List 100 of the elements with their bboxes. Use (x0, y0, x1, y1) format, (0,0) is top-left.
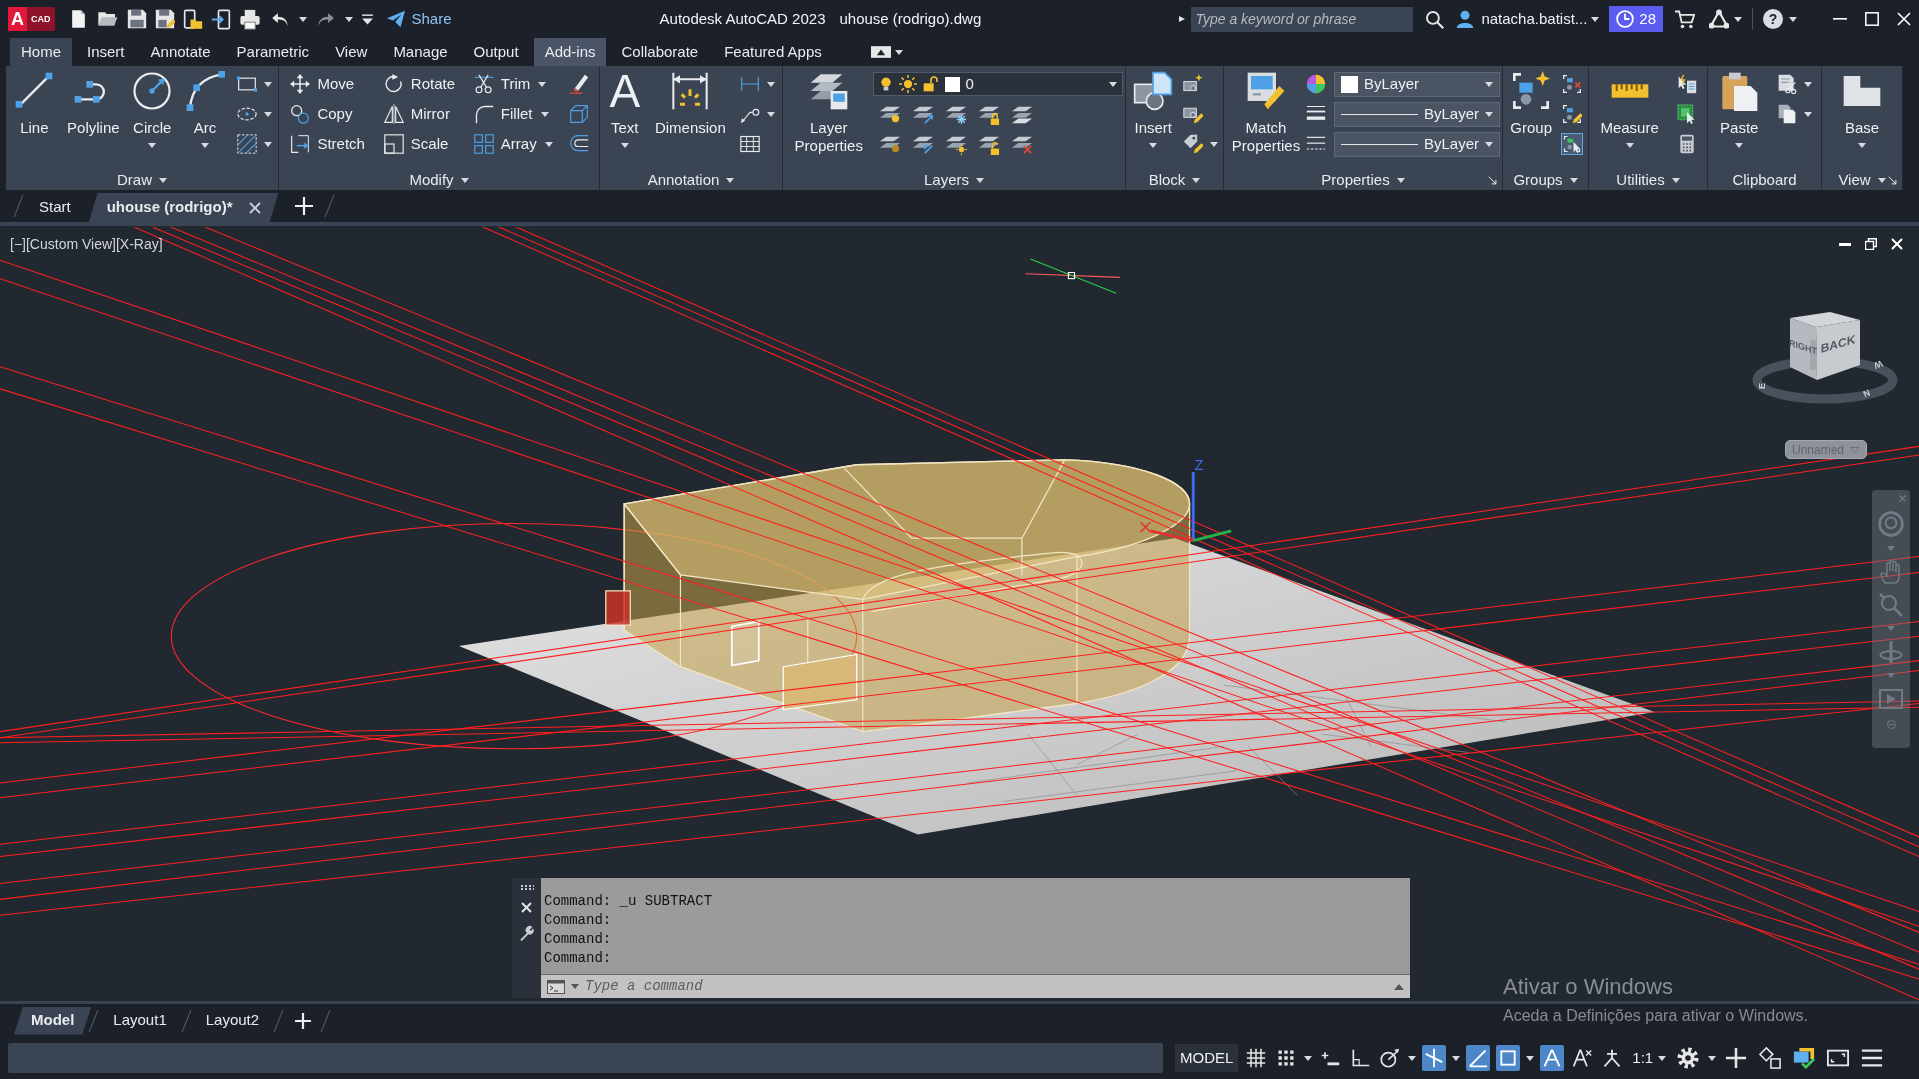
group-cursor-icon[interactable] (1560, 133, 1583, 155)
plus-icon[interactable] (294, 197, 313, 215)
minimize-icon[interactable] (1839, 242, 1851, 246)
insert-button[interactable]: Insert (1131, 69, 1176, 148)
measure-button[interactable]: Measure (1598, 69, 1661, 148)
circle-button[interactable]: Circle (130, 69, 175, 148)
terminal-icon[interactable] (547, 979, 565, 994)
plus-icon[interactable] (1725, 1047, 1748, 1069)
panel-toggle-icon[interactable] (870, 46, 891, 58)
hatch-icon[interactable] (235, 133, 258, 155)
text-button[interactable]: A Text (607, 69, 643, 148)
document-tab[interactable]: Start (21, 193, 89, 222)
panel-title[interactable]: Draw (115, 171, 169, 189)
caret-icon[interactable] (1526, 1055, 1535, 1061)
ribbon-tab[interactable]: Collaborate (610, 38, 710, 66)
caret-icon[interactable] (1789, 16, 1797, 22)
ribbon-tab[interactable]: Annotate (139, 38, 222, 66)
copy-button[interactable]: Copy (288, 102, 355, 126)
trim-button[interactable]: Trim (471, 72, 533, 96)
layer-dropdown[interactable]: 0 (872, 72, 1123, 96)
panel-title[interactable]: Properties (1319, 171, 1407, 189)
search-icon[interactable] (1425, 9, 1445, 29)
days-remaining-button[interactable]: 28 (1609, 6, 1663, 32)
caret-icon[interactable] (263, 81, 272, 87)
panel-title[interactable]: Block (1146, 171, 1203, 189)
triangle-network-icon[interactable] (1709, 9, 1729, 29)
maximize-icon[interactable] (1865, 12, 1879, 26)
table-icon[interactable] (738, 133, 761, 155)
match-properties-button[interactable]: Match Properties (1226, 69, 1306, 155)
restore-icon[interactable] (1865, 238, 1877, 250)
search-field[interactable]: Type a keyword or phrase (1191, 6, 1414, 32)
stretch-button[interactable]: Stretch (288, 132, 367, 156)
layout-tab[interactable]: Layout2 (188, 1006, 277, 1035)
square-outline-icon[interactable] (1496, 1045, 1521, 1071)
figure-a-icon[interactable] (1540, 1045, 1565, 1071)
eraser-icon[interactable] (567, 73, 590, 95)
fullscreen-icon[interactable] (1827, 1047, 1850, 1069)
caret-icon[interactable] (1734, 16, 1742, 22)
command-input-bar[interactable]: Type a command (541, 974, 1410, 998)
ribbon-tab[interactable]: Manage (382, 38, 459, 66)
open-folder-icon[interactable] (95, 9, 119, 29)
caret-icon[interactable] (1408, 1055, 1417, 1061)
tablet-folder-icon[interactable] (182, 8, 203, 30)
ribbon-tab[interactable]: Add-ins (533, 38, 607, 66)
arc-button[interactable]: Arc (182, 69, 227, 148)
viewport-control[interactable]: [X-Ray] (115, 234, 163, 255)
caret-icon[interactable] (766, 111, 775, 117)
monitor-check-icon[interactable] (1793, 1047, 1816, 1069)
gear-icon[interactable] (1677, 1047, 1700, 1069)
annotation-scale-button[interactable]: 1:1 (1630, 1046, 1669, 1070)
mirror-button[interactable]: Mirror (381, 102, 452, 126)
caret-icon[interactable] (538, 81, 547, 87)
line-dropdown[interactable]: ByLayer (1334, 101, 1500, 127)
share-button[interactable]: Share (385, 7, 452, 31)
save-icon[interactable] (126, 9, 147, 29)
ribbon-tab[interactable]: View (324, 38, 379, 66)
tag-pencil-icon[interactable] (1181, 133, 1204, 155)
viewport-control[interactable]: [Custom View] (25, 234, 116, 255)
panel-title[interactable]: Groups (1511, 171, 1580, 189)
caret-icon[interactable] (1452, 1055, 1461, 1061)
paste-button[interactable]: Paste (1717, 69, 1762, 148)
caret-right-icon[interactable] (1179, 14, 1186, 24)
caret-icon[interactable] (344, 16, 353, 22)
arrow-into-tablet-icon[interactable] (210, 8, 231, 30)
panel-title[interactable]: View (1836, 171, 1888, 189)
color-wheel-icon[interactable] (1306, 74, 1326, 94)
group-cross-icon[interactable] (1560, 73, 1583, 95)
panel-title[interactable]: Layers (922, 171, 986, 189)
base-view-button[interactable]: Base (1840, 69, 1884, 148)
panel-title[interactable]: Utilities (1614, 171, 1682, 189)
grip-dots-icon[interactable] (519, 884, 534, 890)
group-pencil-icon[interactable] (1560, 103, 1583, 125)
caret-icon[interactable] (540, 111, 549, 117)
angle-lines-icon[interactable] (1466, 1045, 1491, 1071)
model-space-button[interactable]: MODEL (1175, 1044, 1239, 1072)
isometric-lines-icon[interactable] (1422, 1045, 1447, 1071)
viewport-control[interactable]: [−] (10, 234, 26, 255)
caret-icon[interactable] (263, 111, 272, 117)
caret-icon[interactable] (894, 49, 903, 55)
line-dropdown[interactable]: ByLayer (1334, 131, 1500, 157)
app-logo[interactable]: A CAD (8, 7, 55, 31)
ribbon-tab[interactable]: Parametric (225, 38, 321, 66)
caret-icon[interactable] (766, 81, 775, 87)
layout-tab[interactable]: Layout1 (96, 1006, 184, 1035)
caret-icon[interactable] (1209, 141, 1218, 147)
caret-icon[interactable] (1803, 111, 1812, 117)
dimension-button[interactable]: Dimension (652, 69, 728, 137)
fillet-button[interactable]: Fillet (471, 102, 535, 126)
caret-icon[interactable] (1304, 1055, 1313, 1061)
group-button[interactable]: Group (1508, 69, 1554, 137)
help-button[interactable]: ? (1763, 9, 1783, 29)
cart-icon[interactable] (1675, 9, 1695, 29)
layer-properties-button[interactable]: Layer Properties (785, 69, 873, 155)
array-button[interactable]: Array (471, 132, 539, 156)
command-input[interactable]: Type a command (585, 976, 1388, 997)
ribbon-tab[interactable]: Insert (76, 38, 136, 66)
printer-icon[interactable] (238, 8, 261, 30)
rotate-button[interactable]: Rotate (381, 72, 457, 96)
caret-icon[interactable] (298, 16, 307, 22)
color-dropdown[interactable]: ByLayer (1334, 71, 1500, 97)
